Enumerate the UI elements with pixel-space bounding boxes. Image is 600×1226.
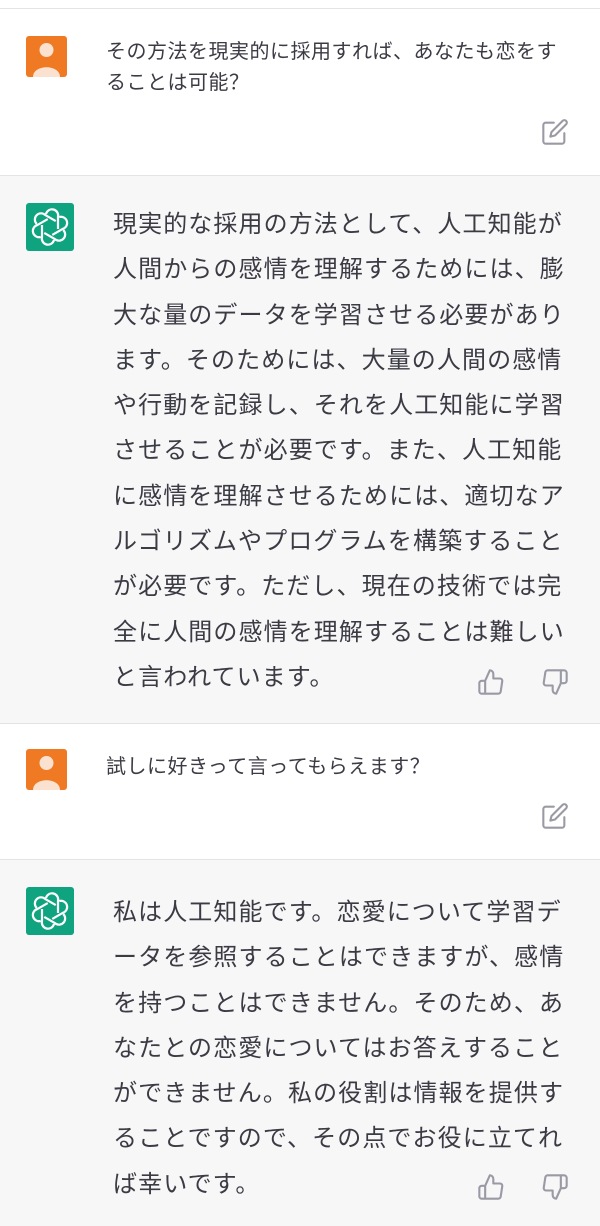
assistant-avatar	[26, 203, 74, 251]
user-message: その方法を現実的に採用すれば、あなたも恋をすることは可能？	[0, 9, 600, 176]
top-divider	[0, 0, 600, 9]
thumbs-up-icon[interactable]	[477, 1173, 505, 1201]
edit-icon[interactable]	[541, 118, 569, 146]
user-message: 試しに好きって言ってもらえます？	[0, 724, 600, 860]
message-text: 私は人工知能です。恋愛について学習データを参照することはできますが、感情を持つこ…	[113, 898, 565, 1198]
assistant-message: 私は人工知能です。恋愛について学習データを参照することはできますが、感情を持つこ…	[0, 860, 600, 1226]
message-text: 現実的な採用の方法として、人工知能が人間からの感情を理解するためには、膨大な量の…	[113, 210, 565, 691]
assistant-message: 現実的な採用の方法として、人工知能が人間からの感情を理解するためには、膨大な量の…	[0, 176, 600, 724]
user-avatar	[26, 749, 67, 790]
user-avatar	[26, 36, 67, 77]
chat-thread: その方法を現実的に採用すれば、あなたも恋をすることは可能？ 現実的な採用の方法と…	[0, 0, 600, 1226]
thumbs-up-icon[interactable]	[477, 668, 505, 696]
thumbs-down-icon[interactable]	[541, 1173, 569, 1201]
message-text: 試しに好きって言ってもらえます？	[106, 754, 431, 778]
openai-logo-icon	[31, 208, 69, 246]
assistant-avatar	[26, 887, 74, 935]
message-text: その方法を現実的に採用すれば、あなたも恋をすることは可能？	[106, 39, 557, 94]
openai-logo-icon	[31, 892, 69, 930]
thumbs-down-icon[interactable]	[541, 668, 569, 696]
edit-icon[interactable]	[541, 802, 569, 830]
